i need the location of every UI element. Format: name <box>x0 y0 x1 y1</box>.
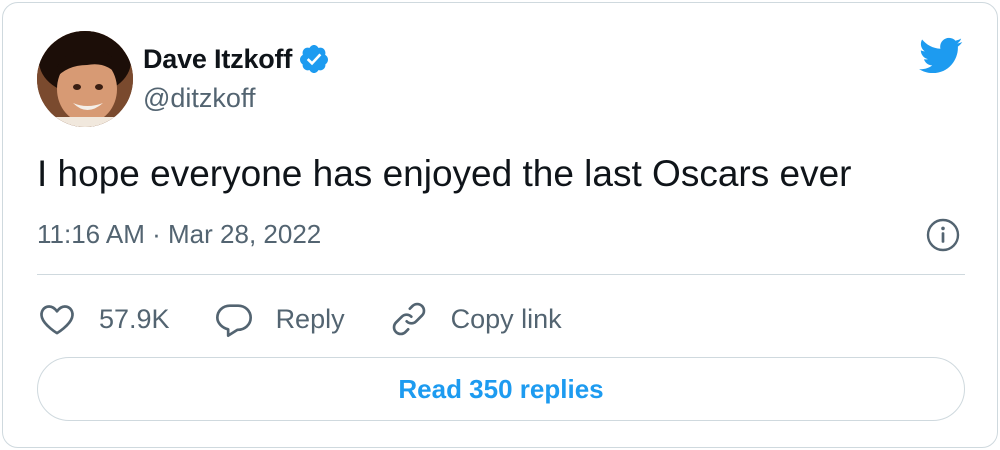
tweet-timestamp[interactable]: 11:16 AM · Mar 28, 2022 <box>37 219 321 250</box>
verified-badge-icon <box>298 43 330 75</box>
avatar[interactable] <box>37 31 133 127</box>
like-button[interactable]: 57.9K <box>37 295 170 343</box>
info-icon[interactable] <box>925 217 961 253</box>
copy-link-button[interactable]: Copy link <box>389 295 562 343</box>
author-handle[interactable]: @ditzkoff <box>143 83 255 114</box>
author-display-name[interactable]: Dave Itzkoff <box>143 44 292 75</box>
reply-label: Reply <box>275 303 345 334</box>
tweet-actions: 57.9K Reply Copy link <box>37 295 606 343</box>
read-replies-label: Read 350 replies <box>398 373 604 404</box>
divider <box>37 274 965 275</box>
speech-bubble-icon <box>214 299 254 339</box>
link-icon <box>389 299 429 339</box>
heart-icon <box>37 299 77 339</box>
author-name-row[interactable]: Dave Itzkoff <box>143 41 330 77</box>
tweet-text: I hope everyone has enjoyed the last Osc… <box>37 153 852 194</box>
like-count: 57.9K <box>99 303 170 334</box>
read-replies-button[interactable]: Read 350 replies <box>37 357 965 421</box>
avatar-photo <box>37 31 133 127</box>
reply-button[interactable]: Reply <box>214 295 345 343</box>
embedded-tweet-card: Dave Itzkoff @ditzkoff I hope everyone h… <box>2 2 998 448</box>
copy-link-label: Copy link <box>450 303 562 334</box>
twitter-bird-icon[interactable] <box>917 33 965 77</box>
